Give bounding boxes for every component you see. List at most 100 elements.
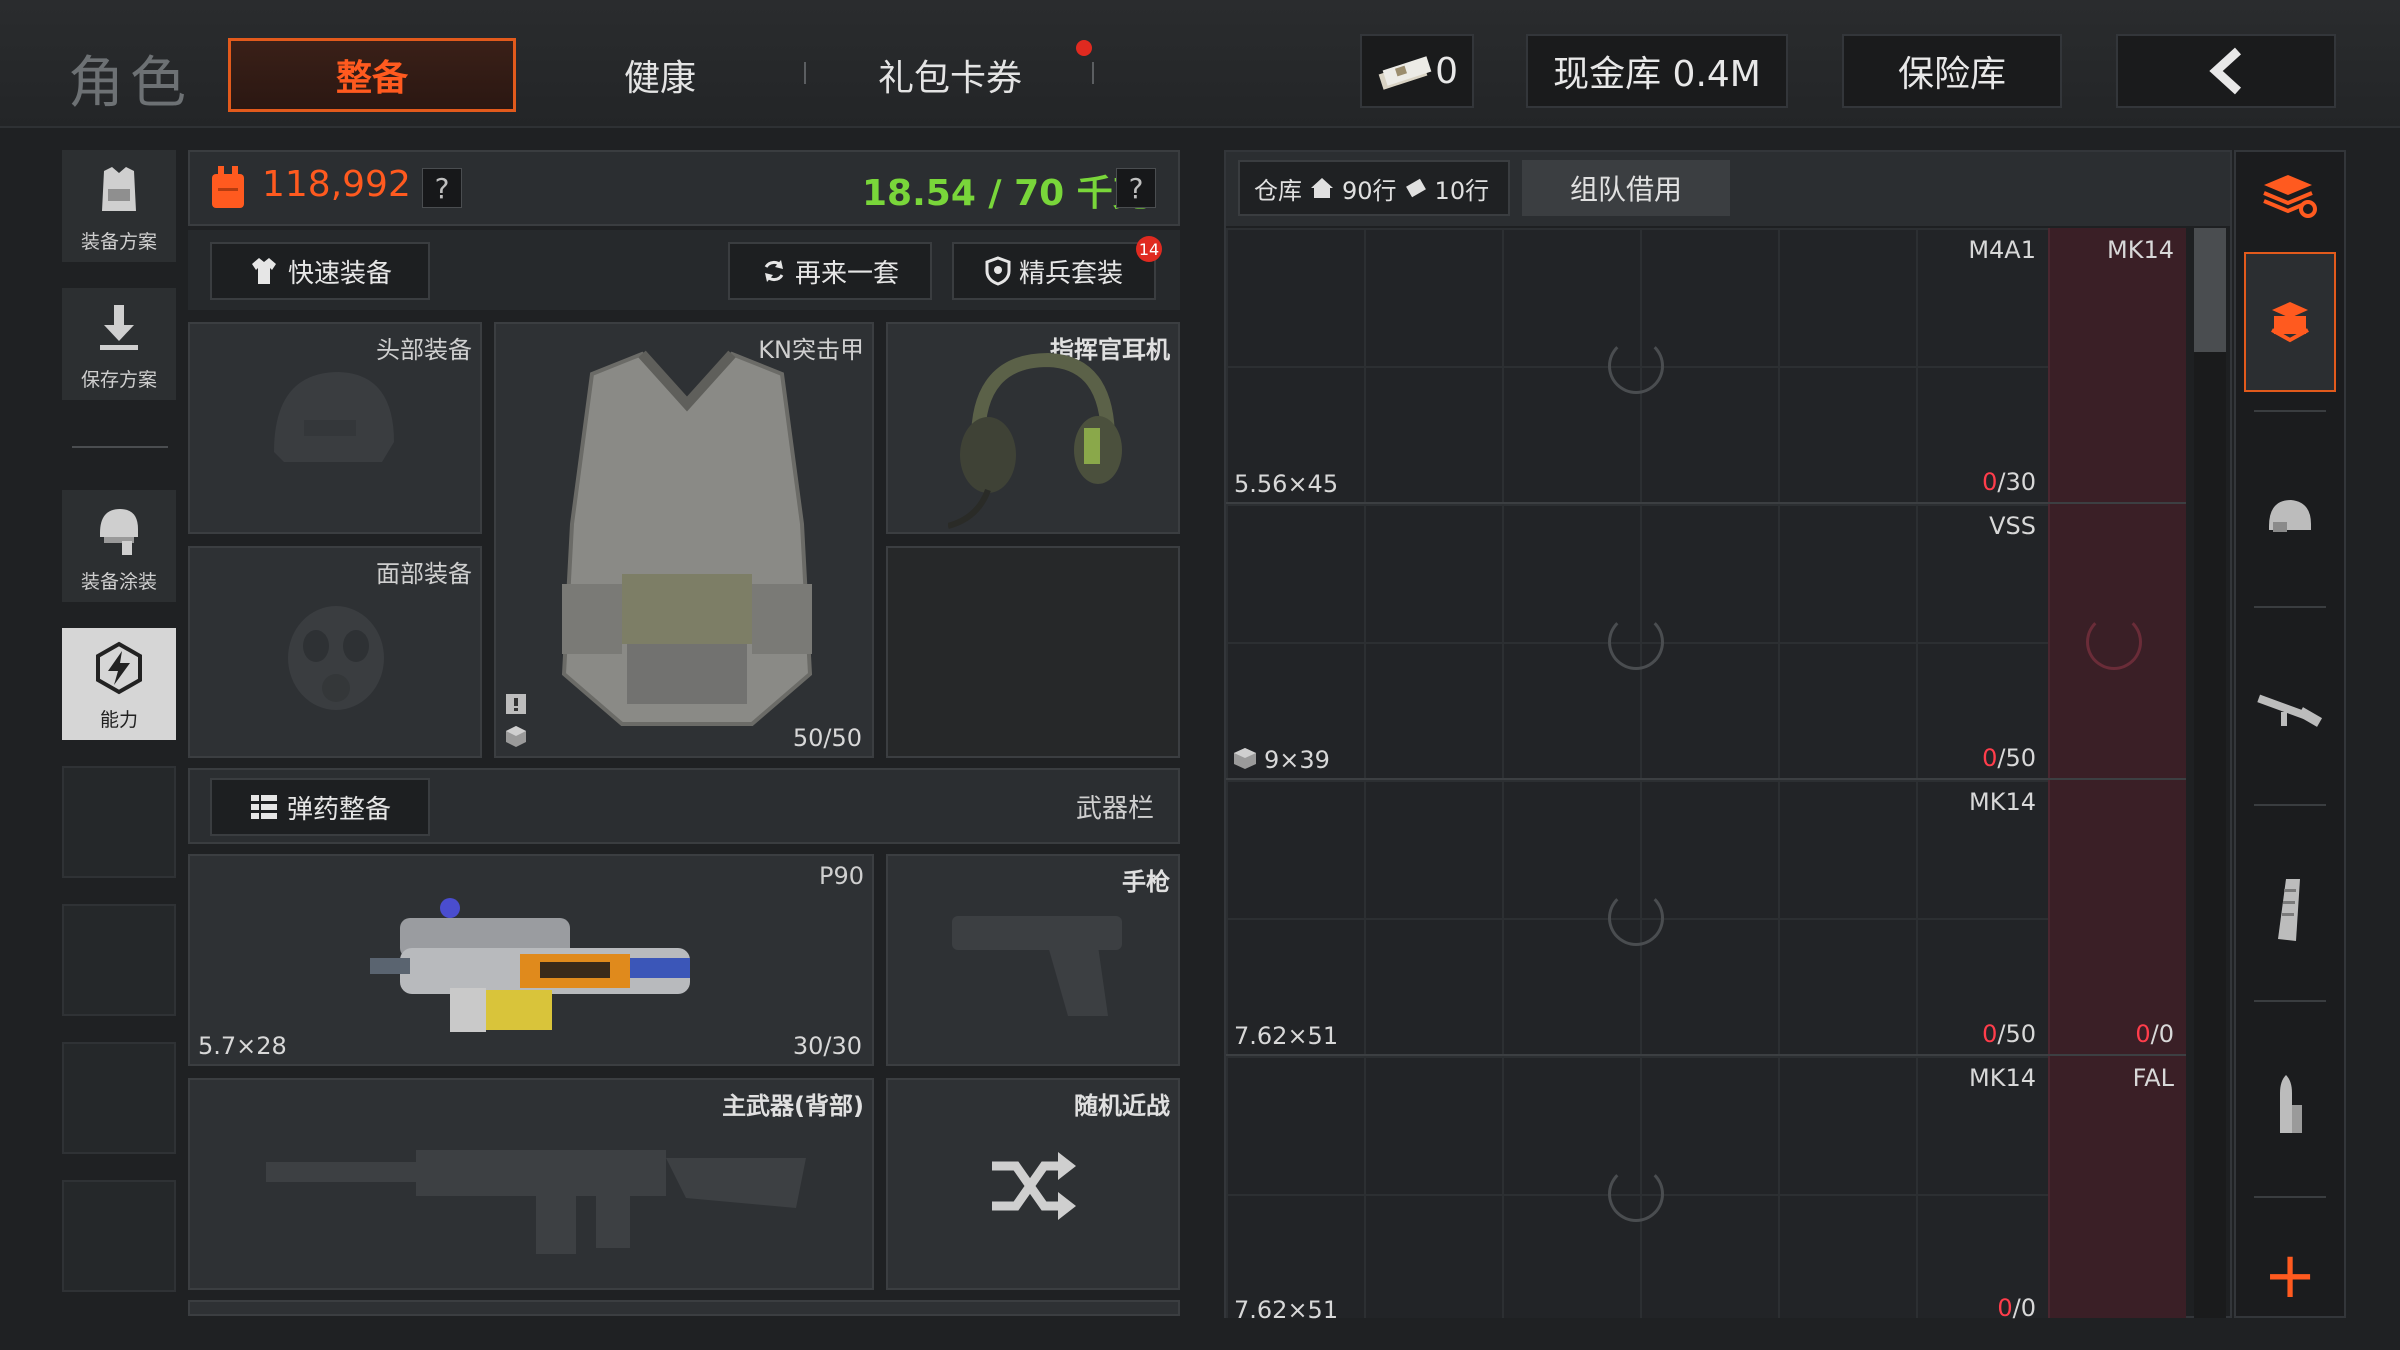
- backpack-value-icon: [206, 164, 250, 212]
- safe-box-button[interactable]: 保险库: [1842, 34, 2062, 108]
- sidebar-item-skin[interactable]: 装备涂装: [62, 490, 176, 602]
- tab-health[interactable]: 健康: [560, 38, 760, 112]
- sidebar-item-label: 能力: [99, 709, 138, 731]
- house-icon: [1310, 177, 1334, 199]
- armor-slot[interactable]: KN突击甲 50/50: [494, 322, 874, 758]
- loading-spinner-icon: [2086, 614, 2142, 670]
- ammo-list-icon: [249, 792, 279, 822]
- save-download-icon: [92, 301, 146, 355]
- equip-again-button[interactable]: 再来一套: [728, 242, 932, 300]
- ticket-rows: 10行: [1434, 176, 1490, 205]
- filter-all[interactable]: [2244, 160, 2336, 232]
- currency-display: 0: [1360, 34, 1474, 108]
- sidebar-empty-slot: [62, 904, 176, 1016]
- magazine-filter-icon: [2270, 875, 2310, 945]
- body-armor-icon: [552, 344, 822, 744]
- headset-icon: [948, 340, 1128, 530]
- team-borrow-button[interactable]: 组队借用: [1522, 160, 1730, 216]
- filter-helmet[interactable]: [2244, 448, 2336, 588]
- sidebar-item-save-plan[interactable]: 保存方案: [62, 288, 176, 400]
- headset-slot[interactable]: 指挥官耳机: [886, 322, 1180, 534]
- storage-grid[interactable]: [1226, 228, 2186, 1318]
- sidebar-item-ability[interactable]: 能力: [62, 628, 176, 740]
- melee-slot[interactable]: 随机近战: [886, 1078, 1180, 1290]
- row-weapon-name: MK14: [1969, 1064, 2036, 1092]
- face-gear-slot[interactable]: 面部装备: [188, 546, 482, 758]
- currency-count: 0: [1435, 50, 1458, 92]
- elite-set-button[interactable]: 精兵套装: [952, 242, 1156, 300]
- back-primary-label: 主武器(背部): [722, 1092, 864, 1120]
- pistol-silhouette-icon: [948, 906, 1128, 1026]
- row-divider: [1226, 778, 2186, 780]
- head-gear-slot[interactable]: 头部装备: [188, 322, 482, 534]
- sidebar-empty-slot: [62, 1180, 176, 1292]
- add-filter-button[interactable]: +: [2244, 1236, 2336, 1316]
- back-primary-slot[interactable]: 主武器(背部): [188, 1078, 874, 1290]
- tab-equip[interactable]: 整备: [228, 38, 516, 112]
- melee-label: 随机近战: [1074, 1092, 1170, 1120]
- quick-equip-label: 快速装备: [287, 258, 392, 289]
- loading-spinner-icon: [1608, 1166, 1664, 1222]
- page-title: 角色: [68, 51, 192, 116]
- storage-scrollbar[interactable]: [2194, 228, 2226, 1318]
- loading-spinner-icon: [1608, 338, 1664, 394]
- sidebar-empty-slot: [62, 766, 176, 878]
- pistol-slot[interactable]: 手枪: [886, 854, 1180, 1066]
- backpack-filter-icon: [2268, 300, 2312, 344]
- row-weapon-name: MK14: [1969, 788, 2036, 816]
- cash-vault-button[interactable]: 现金库 0.4M: [1526, 34, 1788, 108]
- ammo-filter-icon: [2270, 1071, 2310, 1141]
- chevron-left-icon: [2206, 47, 2246, 95]
- armor-durability: 50/50: [792, 724, 862, 752]
- row-ammo-count: 0/0: [1997, 1294, 2036, 1322]
- sidebar-empty-slot: [62, 1042, 176, 1154]
- notification-dot: [1076, 40, 1092, 56]
- ability-lightning-icon: [92, 641, 146, 695]
- weapon-caliber: 5.7×28: [198, 1032, 287, 1060]
- filter-magazine[interactable]: [2244, 840, 2336, 980]
- primary-weapon-slot[interactable]: P90 5.7×28 30/30: [188, 854, 874, 1066]
- row-ammo-count-2: 0/0: [2135, 1020, 2174, 1048]
- weapon-bar-label: 武器栏: [1075, 794, 1154, 824]
- back-button[interactable]: [2116, 34, 2336, 108]
- armor-plan-icon: [92, 163, 146, 217]
- cash-stack-icon: [1376, 51, 1432, 91]
- gas-mask-silhouette-icon: [276, 598, 396, 718]
- tab-divider: [804, 62, 806, 84]
- filter-rifle[interactable]: [2244, 644, 2336, 784]
- quick-equip-button[interactable]: 快速装备: [210, 242, 430, 300]
- empty-gear-slot[interactable]: [886, 546, 1180, 758]
- ammo-box-icon: [1232, 746, 1258, 770]
- loadout-value: 118,992: [262, 164, 411, 205]
- row-caliber: 9×39: [1264, 746, 1330, 774]
- row-divider: [1226, 502, 2186, 504]
- load-weight: 18.54 / 70 千克: [862, 173, 1149, 214]
- row-weapon-name-2: FAL: [2132, 1064, 2174, 1092]
- sidebar-item-label: 装备方案: [80, 231, 157, 253]
- weapon-ammo-count: 30/30: [792, 1032, 862, 1060]
- refresh-icon: [761, 258, 787, 284]
- row-weapon-name: VSS: [1989, 512, 2036, 540]
- ammo-prep-button[interactable]: 弹药整备: [210, 778, 430, 836]
- warehouse-label: 仓库: [1254, 176, 1302, 205]
- elite-badge: 14: [1136, 236, 1162, 262]
- sidebar-item-equip-plan[interactable]: 装备方案: [62, 150, 176, 262]
- warehouse-selector[interactable]: 仓库 90行 10行: [1238, 160, 1510, 216]
- column-divider: [2048, 228, 2050, 1318]
- storage-scroll-thumb[interactable]: [2194, 228, 2226, 352]
- value-help-button[interactable]: ?: [422, 168, 462, 208]
- elite-set-label: 精兵套装: [1018, 258, 1123, 289]
- weight-help-button[interactable]: ?: [1116, 168, 1156, 208]
- filter-ammo[interactable]: [2244, 1036, 2336, 1176]
- tab-divider: [1092, 62, 1094, 84]
- row-caliber: 7.62×51: [1234, 1022, 1339, 1050]
- crate-icon: [504, 724, 528, 748]
- row-caliber: 7.62×51: [1234, 1296, 1339, 1324]
- filter-divider: [2254, 606, 2326, 608]
- sidebar-item-label: 保存方案: [80, 369, 157, 391]
- tab-gift-cards[interactable]: 礼包卡券: [840, 38, 1060, 112]
- equip-again-label: 再来一套: [794, 258, 899, 289]
- filter-backpack[interactable]: [2244, 252, 2336, 392]
- row-ammo-count: 0/30: [1982, 468, 2036, 496]
- slot-label: 面部装备: [376, 560, 472, 588]
